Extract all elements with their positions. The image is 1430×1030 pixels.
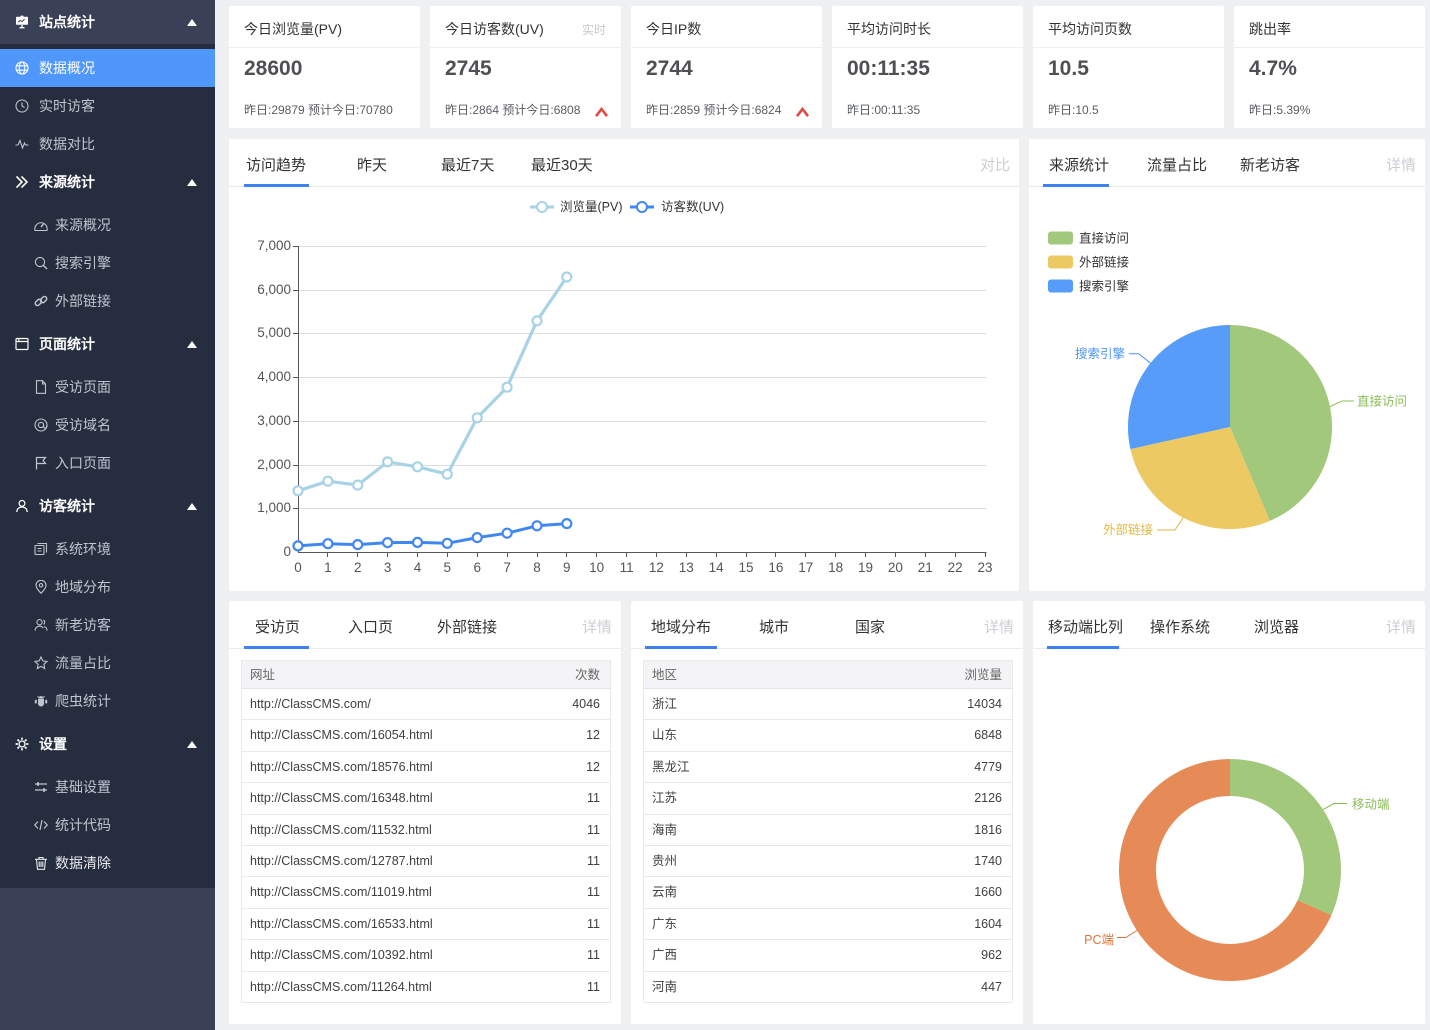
svg-text:18: 18 xyxy=(828,560,843,575)
svg-text:直接访问: 直接访问 xyxy=(1357,394,1407,409)
svg-text:2: 2 xyxy=(354,560,362,575)
svg-text:15: 15 xyxy=(738,560,753,575)
svg-text:9: 9 xyxy=(563,560,571,575)
svg-text:5,000: 5,000 xyxy=(257,325,291,340)
svg-text:浏览量(PV): 浏览量(PV) xyxy=(560,199,623,214)
svg-text:20: 20 xyxy=(888,560,903,575)
svg-text:PC端: PC端 xyxy=(1084,933,1114,947)
svg-text:1,000: 1,000 xyxy=(257,500,291,515)
svg-text:3: 3 xyxy=(384,560,392,575)
svg-text:移动端: 移动端 xyxy=(1352,798,1390,812)
svg-text:3,000: 3,000 xyxy=(257,413,291,428)
svg-text:22: 22 xyxy=(948,560,963,575)
svg-text:外部链接: 外部链接 xyxy=(1103,522,1154,537)
svg-text:8: 8 xyxy=(533,560,541,575)
svg-text:访客数(UV): 访客数(UV) xyxy=(661,199,724,214)
svg-text:21: 21 xyxy=(918,560,933,575)
svg-text:搜索引擎: 搜索引擎 xyxy=(1075,346,1125,361)
svg-text:13: 13 xyxy=(679,560,694,575)
svg-text:0: 0 xyxy=(283,544,291,559)
svg-text:17: 17 xyxy=(798,560,813,575)
svg-text:23: 23 xyxy=(977,560,992,575)
svg-text:11: 11 xyxy=(620,560,634,575)
svg-text:19: 19 xyxy=(858,560,873,575)
svg-text:2,000: 2,000 xyxy=(257,457,291,472)
svg-text:4: 4 xyxy=(414,560,422,575)
svg-text:6,000: 6,000 xyxy=(257,282,291,297)
svg-text:16: 16 xyxy=(768,560,783,575)
svg-text:外部链接: 外部链接 xyxy=(1079,255,1130,270)
svg-text:搜索引擎: 搜索引擎 xyxy=(1079,279,1129,294)
svg-text:14: 14 xyxy=(709,560,725,575)
svg-text:1: 1 xyxy=(324,560,332,575)
svg-text:7,000: 7,000 xyxy=(257,238,291,253)
svg-text:6: 6 xyxy=(473,560,481,575)
svg-text:4,000: 4,000 xyxy=(257,369,291,384)
svg-text:直接访问: 直接访问 xyxy=(1079,231,1129,246)
svg-text:10: 10 xyxy=(589,560,604,575)
svg-text:12: 12 xyxy=(649,560,664,575)
svg-text:0: 0 xyxy=(294,560,302,575)
svg-text:5: 5 xyxy=(444,560,452,575)
svg-text:7: 7 xyxy=(503,560,511,575)
